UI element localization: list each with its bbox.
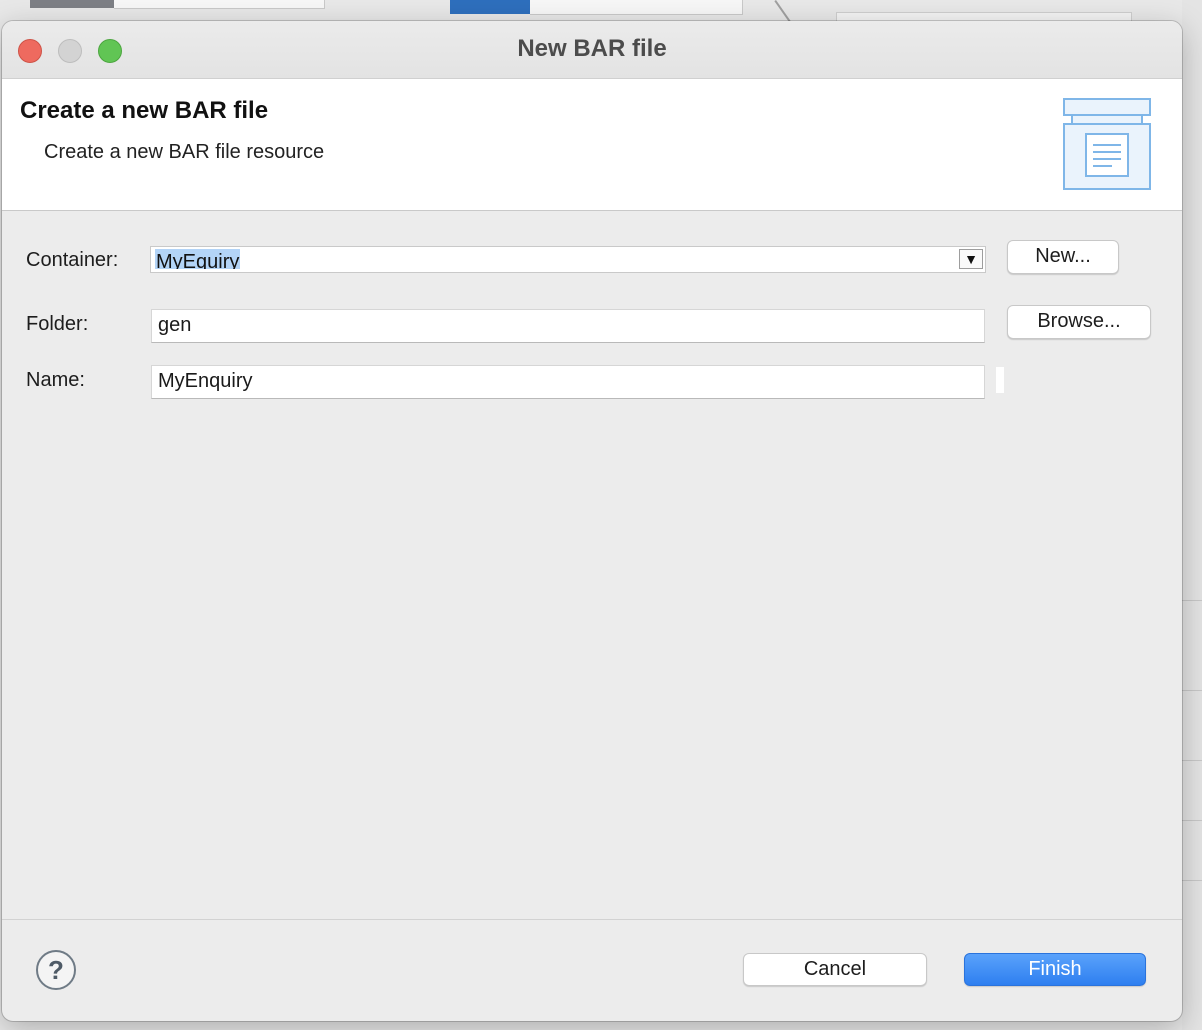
folder-field[interactable]: gen [151, 309, 985, 343]
background-right-panel [1182, 0, 1202, 1030]
bar-file-wizard-icon [1063, 98, 1151, 190]
browse-button[interactable]: Browse... [1007, 305, 1151, 339]
window-title: New BAR file [517, 35, 667, 62]
background-selected-tab [450, 0, 530, 14]
container-combo[interactable]: MyEquiry ▼ [150, 246, 986, 273]
background-divider [1182, 600, 1202, 601]
new-container-button[interactable]: New... [1007, 240, 1119, 274]
background-divider [1182, 880, 1202, 881]
wizard-header: Create a new BAR file Create a new BAR f… [2, 79, 1182, 211]
chevron-down-icon[interactable]: ▼ [959, 249, 983, 269]
text-cursor-gutter [996, 367, 1004, 393]
wizard-description: Create a new BAR file resource [44, 141, 325, 163]
folder-label: Folder: [26, 313, 89, 335]
wizard-title: Create a new BAR file [20, 97, 269, 124]
footer-divider [2, 919, 1182, 920]
name-label: Name: [26, 369, 85, 391]
container-label: Container: [26, 249, 119, 271]
background-tab [30, 0, 114, 8]
container-value: MyEquiry [155, 249, 241, 269]
help-icon[interactable]: ? [36, 950, 76, 990]
title-bar[interactable]: New BAR file [2, 21, 1182, 79]
background-field [114, 0, 325, 9]
finish-button[interactable]: Finish [964, 953, 1146, 986]
background-divider [1182, 820, 1202, 821]
background-field [530, 0, 743, 15]
background-divider [1182, 760, 1202, 761]
cancel-button[interactable]: Cancel [743, 953, 927, 986]
new-bar-file-dialog: New BAR file Create a new BAR file Creat… [2, 21, 1182, 1021]
name-field[interactable]: MyEnquiry [151, 365, 985, 399]
background-divider [1182, 690, 1202, 691]
